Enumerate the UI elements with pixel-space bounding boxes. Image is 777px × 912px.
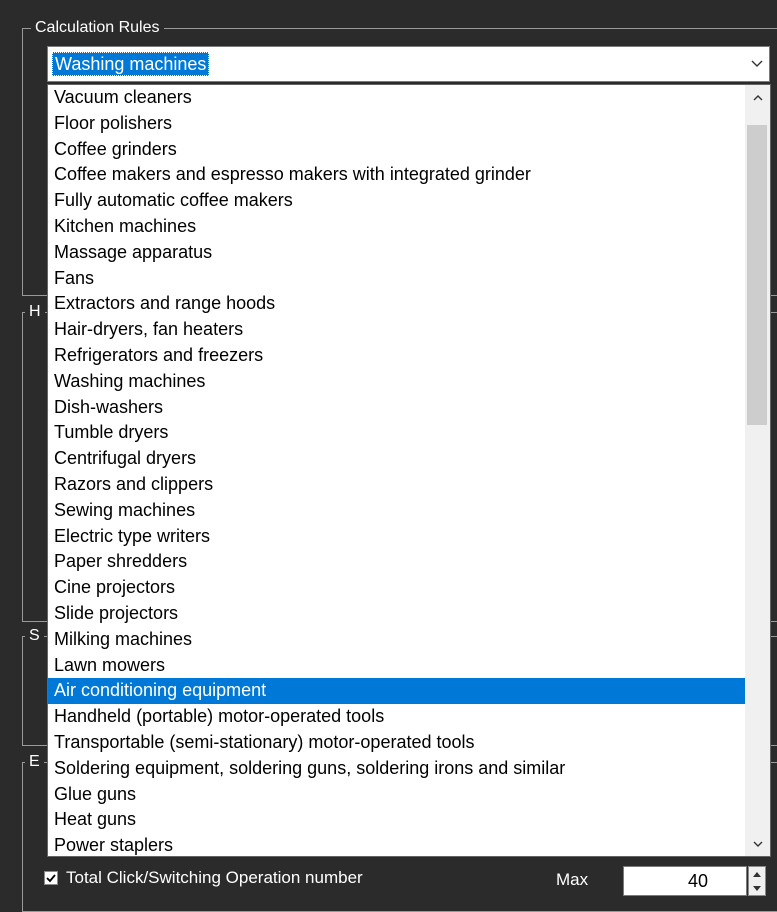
dropdown-item[interactable]: Massage apparatus: [48, 240, 745, 266]
dropdown-item[interactable]: Sewing machines: [48, 498, 745, 524]
checkmark-icon: [46, 874, 56, 883]
dropdown-item[interactable]: Extractors and range hoods: [48, 291, 745, 317]
scrollbar-thumb[interactable]: [747, 125, 767, 425]
dropdown-item[interactable]: Coffee makers and espresso makers with i…: [48, 162, 745, 188]
spin-up-button[interactable]: [749, 867, 765, 881]
dropdown-item[interactable]: Centrifugal dryers: [48, 446, 745, 472]
calculation-rules-title: Calculation Rules: [31, 19, 164, 37]
max-value-input[interactable]: 40: [623, 866, 747, 896]
spin-down-button[interactable]: [749, 881, 765, 895]
dropdown-item[interactable]: Tumble dryers: [48, 420, 745, 446]
dropdown-item[interactable]: Milking machines: [48, 627, 745, 653]
dropdown-item[interactable]: Slide projectors: [48, 601, 745, 627]
max-value-spinner[interactable]: [748, 866, 766, 896]
chevron-down-icon: [753, 841, 762, 847]
dropdown-item[interactable]: Razors and clippers: [48, 472, 745, 498]
dropdown-item[interactable]: Fully automatic coffee makers: [48, 188, 745, 214]
dropdown-item[interactable]: Power staplers: [48, 833, 745, 856]
dropdown-item[interactable]: Handheld (portable) motor-operated tools: [48, 704, 745, 730]
group-s-title: S: [25, 627, 44, 645]
dropdown-item[interactable]: Lawn mowers: [48, 653, 745, 679]
group-h-title: H: [25, 303, 45, 321]
total-click-checkbox[interactable]: [44, 871, 58, 885]
dropdown-item[interactable]: Dish-washers: [48, 395, 745, 421]
dropdown-item[interactable]: Refrigerators and freezers: [48, 343, 745, 369]
dropdown-item[interactable]: Fans: [48, 266, 745, 292]
combo-dropdown-button[interactable]: [744, 47, 769, 81]
calculation-rules-dropdown-list[interactable]: Vacuum cleaners Floor polishers Coffee gri…: [47, 84, 771, 857]
dropdown-item[interactable]: Electric type writers: [48, 524, 745, 550]
scroll-down-button[interactable]: [745, 832, 770, 856]
combo-selected-value[interactable]: Washing machines: [52, 52, 210, 76]
triangle-up-icon: [753, 871, 761, 877]
dropdown-item[interactable]: Coffee grinders: [48, 137, 745, 163]
dropdown-item[interactable]: Paper shredders: [48, 549, 745, 575]
dropdown-scrollbar[interactable]: [745, 85, 770, 856]
group-e-title: E: [25, 753, 44, 771]
dropdown-item[interactable]: Glue guns: [48, 782, 745, 808]
scroll-up-button[interactable]: [745, 85, 770, 109]
dropdown-item[interactable]: Kitchen machines: [48, 214, 745, 240]
total-click-label: Total Click/Switching Operation number: [66, 868, 363, 887]
chevron-up-icon: [753, 94, 762, 100]
max-label: Max: [556, 870, 589, 889]
dropdown-item[interactable]: Hair-dryers, fan heaters: [48, 317, 745, 343]
dropdown-item[interactable]: Washing machines: [48, 369, 745, 395]
dropdown-item[interactable]: Transportable (semi-stationary) motor-op…: [48, 730, 745, 756]
dropdown-item[interactable]: Cine projectors: [48, 575, 745, 601]
dropdown-items: Vacuum cleaners Floor polishers Coffee gri…: [48, 85, 745, 856]
triangle-down-icon: [753, 885, 761, 891]
dropdown-item[interactable]: Floor polishers: [48, 111, 745, 137]
dropdown-item[interactable]: Soldering equipment, soldering guns, sol…: [48, 756, 745, 782]
dropdown-item[interactable]: Vacuum cleaners: [48, 85, 745, 111]
dropdown-item[interactable]: Air conditioning equipment: [48, 678, 745, 705]
dropdown-item[interactable]: Heat guns: [48, 807, 745, 833]
calculation-rules-combobox[interactable]: Washing machines: [47, 46, 770, 82]
chevron-down-icon: [751, 60, 763, 67]
